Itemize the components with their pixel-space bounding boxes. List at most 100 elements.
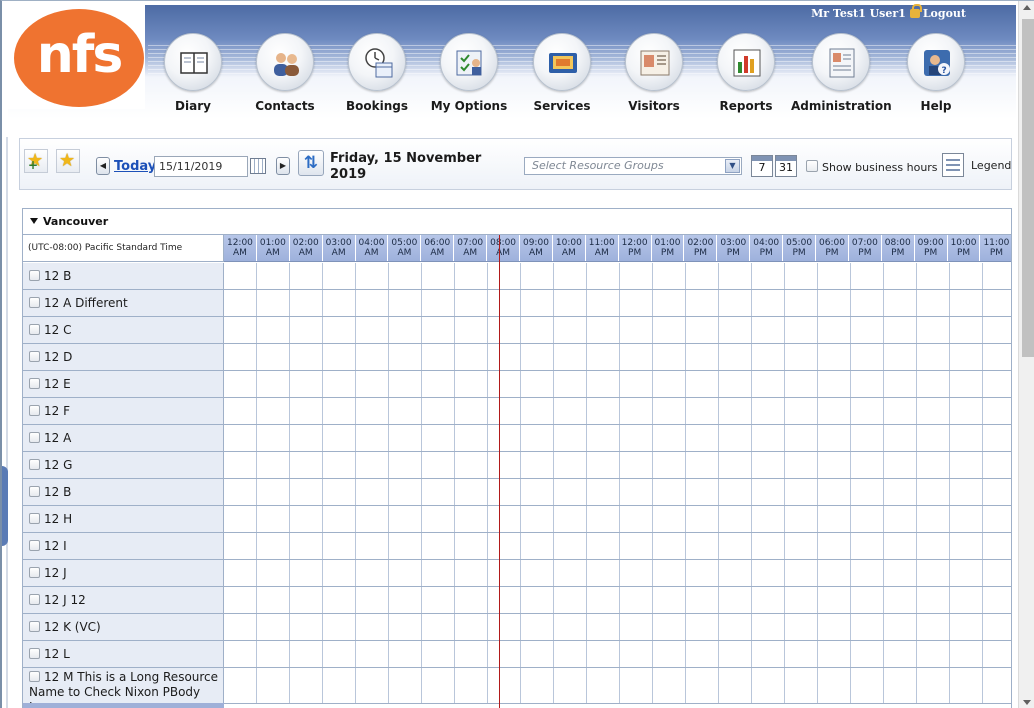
hour-period: PM bbox=[956, 248, 971, 258]
favourites-button[interactable]: ★ bbox=[56, 149, 80, 173]
nav-services[interactable]: Services bbox=[512, 33, 612, 113]
refresh-button[interactable]: ⇅ bbox=[298, 150, 324, 176]
resource-checkbox[interactable] bbox=[29, 432, 40, 443]
time-slot-cells[interactable] bbox=[224, 263, 1011, 289]
month-view-button[interactable]: 31 bbox=[775, 155, 797, 177]
legend-icon[interactable] bbox=[942, 153, 964, 177]
nfs-logo[interactable]: nfs bbox=[14, 9, 144, 107]
show-business-hours-label: Show business hours bbox=[822, 161, 938, 174]
show-business-hours-checkbox[interactable] bbox=[806, 160, 818, 172]
hour-header-cell: 11:00 PM bbox=[980, 235, 1011, 261]
hour-header-cell: 09:00 AM bbox=[520, 235, 553, 261]
administration-button-circle[interactable] bbox=[812, 33, 870, 91]
resource-checkbox[interactable] bbox=[29, 459, 40, 470]
scroll-down-icon[interactable] bbox=[1023, 700, 1031, 705]
previous-day-button[interactable]: ◀ bbox=[96, 157, 110, 175]
help-button-circle[interactable]: ? bbox=[907, 33, 965, 91]
week-view-button[interactable]: 7 bbox=[751, 155, 773, 177]
nav-help[interactable]: ? Help bbox=[886, 33, 986, 113]
time-slot-cells[interactable] bbox=[224, 479, 1011, 505]
group-header[interactable]: Vancouver bbox=[23, 209, 1011, 235]
resource-checkbox[interactable] bbox=[29, 594, 40, 605]
resource-checkbox[interactable] bbox=[29, 513, 40, 524]
time-slot-cells[interactable] bbox=[224, 398, 1011, 424]
help-icon: ? bbox=[924, 50, 950, 76]
legend-label[interactable]: Legend bbox=[971, 159, 1011, 172]
hour-period: PM bbox=[891, 248, 905, 258]
scrollbar-thumb[interactable] bbox=[1022, 19, 1034, 357]
my-options-button-circle[interactable] bbox=[440, 33, 498, 91]
hour-header-cell: 02:00 PM bbox=[684, 235, 718, 261]
star-icon: ★ bbox=[59, 150, 76, 171]
lock-icon bbox=[909, 4, 922, 18]
resource-checkbox[interactable] bbox=[29, 351, 40, 362]
resource-checkbox[interactable] bbox=[29, 540, 40, 551]
time-slot-cells[interactable] bbox=[224, 371, 1011, 397]
time-slot-cells[interactable] bbox=[224, 614, 1011, 640]
contacts-button-circle[interactable] bbox=[256, 33, 314, 91]
visitors-button-circle[interactable] bbox=[625, 33, 683, 91]
resource-checkbox[interactable] bbox=[29, 405, 40, 416]
nav-contacts[interactable]: Contacts bbox=[235, 33, 335, 113]
nav-reports[interactable]: Reports bbox=[696, 33, 796, 113]
resource-name-cell: 12 J bbox=[23, 560, 224, 586]
resource-checkbox[interactable] bbox=[29, 270, 40, 281]
resource-checkbox[interactable] bbox=[29, 648, 40, 659]
time-slot-cells[interactable] bbox=[224, 533, 1011, 559]
nav-label: Visitors bbox=[628, 99, 680, 113]
hour-time: 09:00 bbox=[522, 238, 549, 248]
time-slot-cells[interactable] bbox=[224, 641, 1011, 667]
time-slot-cells[interactable] bbox=[224, 317, 1011, 343]
resource-checkbox[interactable] bbox=[29, 671, 40, 682]
resource-checkbox[interactable] bbox=[29, 378, 40, 389]
bookings-button-circle[interactable] bbox=[348, 33, 406, 91]
next-day-button[interactable]: ▶ bbox=[276, 157, 290, 175]
nav-bookings[interactable]: Bookings bbox=[327, 33, 427, 113]
nav-diary[interactable]: Diary bbox=[143, 33, 243, 113]
time-slot-cells[interactable] bbox=[224, 425, 1011, 451]
vertical-scrollbar[interactable] bbox=[1018, 1, 1034, 708]
nav-my-options[interactable]: My Options bbox=[419, 33, 519, 113]
collapse-triangle-icon[interactable] bbox=[30, 218, 38, 224]
hour-time: 05:00 bbox=[786, 238, 813, 248]
time-slot-cells[interactable] bbox=[224, 560, 1011, 586]
hour-time: 06:00 bbox=[819, 238, 845, 248]
time-slot-cells[interactable] bbox=[224, 344, 1011, 370]
resource-checkbox[interactable] bbox=[29, 486, 40, 497]
nav-administration[interactable]: Administration bbox=[791, 33, 892, 113]
hour-period: AM bbox=[298, 248, 313, 258]
nav-visitors[interactable]: Visitors bbox=[604, 33, 704, 113]
calendar-picker-icon[interactable] bbox=[250, 158, 266, 174]
resource-checkbox[interactable] bbox=[29, 297, 40, 308]
time-slot-cells[interactable] bbox=[224, 668, 1011, 703]
reports-button-circle[interactable] bbox=[717, 33, 775, 91]
resource-row: 12 C bbox=[23, 317, 1011, 344]
resource-name-cell: 12 D bbox=[23, 344, 224, 370]
logout-link[interactable]: Logout bbox=[923, 7, 966, 20]
hour-period: PM bbox=[989, 248, 1004, 258]
hour-header-cell: 10:00 AM bbox=[552, 235, 586, 261]
resource-checkbox[interactable] bbox=[29, 567, 40, 578]
time-slot-cells[interactable] bbox=[224, 452, 1011, 478]
hour-time: 09:00 bbox=[917, 238, 944, 248]
hour-header-cell: 03:00 AM bbox=[322, 235, 356, 261]
svg-text:?: ? bbox=[942, 66, 947, 76]
date-input[interactable]: 15/11/2019 bbox=[154, 156, 248, 177]
diary-button-circle[interactable] bbox=[164, 33, 222, 91]
add-favourite-button[interactable]: ★ + bbox=[24, 149, 48, 173]
time-slot-cells[interactable] bbox=[224, 506, 1011, 532]
scroll-up-icon[interactable] bbox=[1023, 5, 1031, 10]
resource-row: 12 K (VC) bbox=[23, 614, 1011, 641]
resource-checkbox[interactable] bbox=[29, 621, 40, 632]
hour-period: AM bbox=[364, 248, 379, 258]
resource-checkbox[interactable] bbox=[29, 324, 40, 335]
hour-header-cell: 04:00 AM bbox=[355, 235, 389, 261]
time-slot-cells[interactable] bbox=[224, 290, 1011, 316]
services-button-circle[interactable] bbox=[533, 33, 591, 91]
time-slot-cells[interactable] bbox=[224, 587, 1011, 613]
resource-groups-select[interactable]: Select Resource Groups ▼ bbox=[524, 157, 742, 175]
today-link[interactable]: Today bbox=[114, 159, 156, 174]
hour-time: 03:00 bbox=[720, 238, 747, 248]
current-time-line bbox=[499, 235, 500, 708]
side-panel-toggle[interactable] bbox=[2, 466, 8, 546]
